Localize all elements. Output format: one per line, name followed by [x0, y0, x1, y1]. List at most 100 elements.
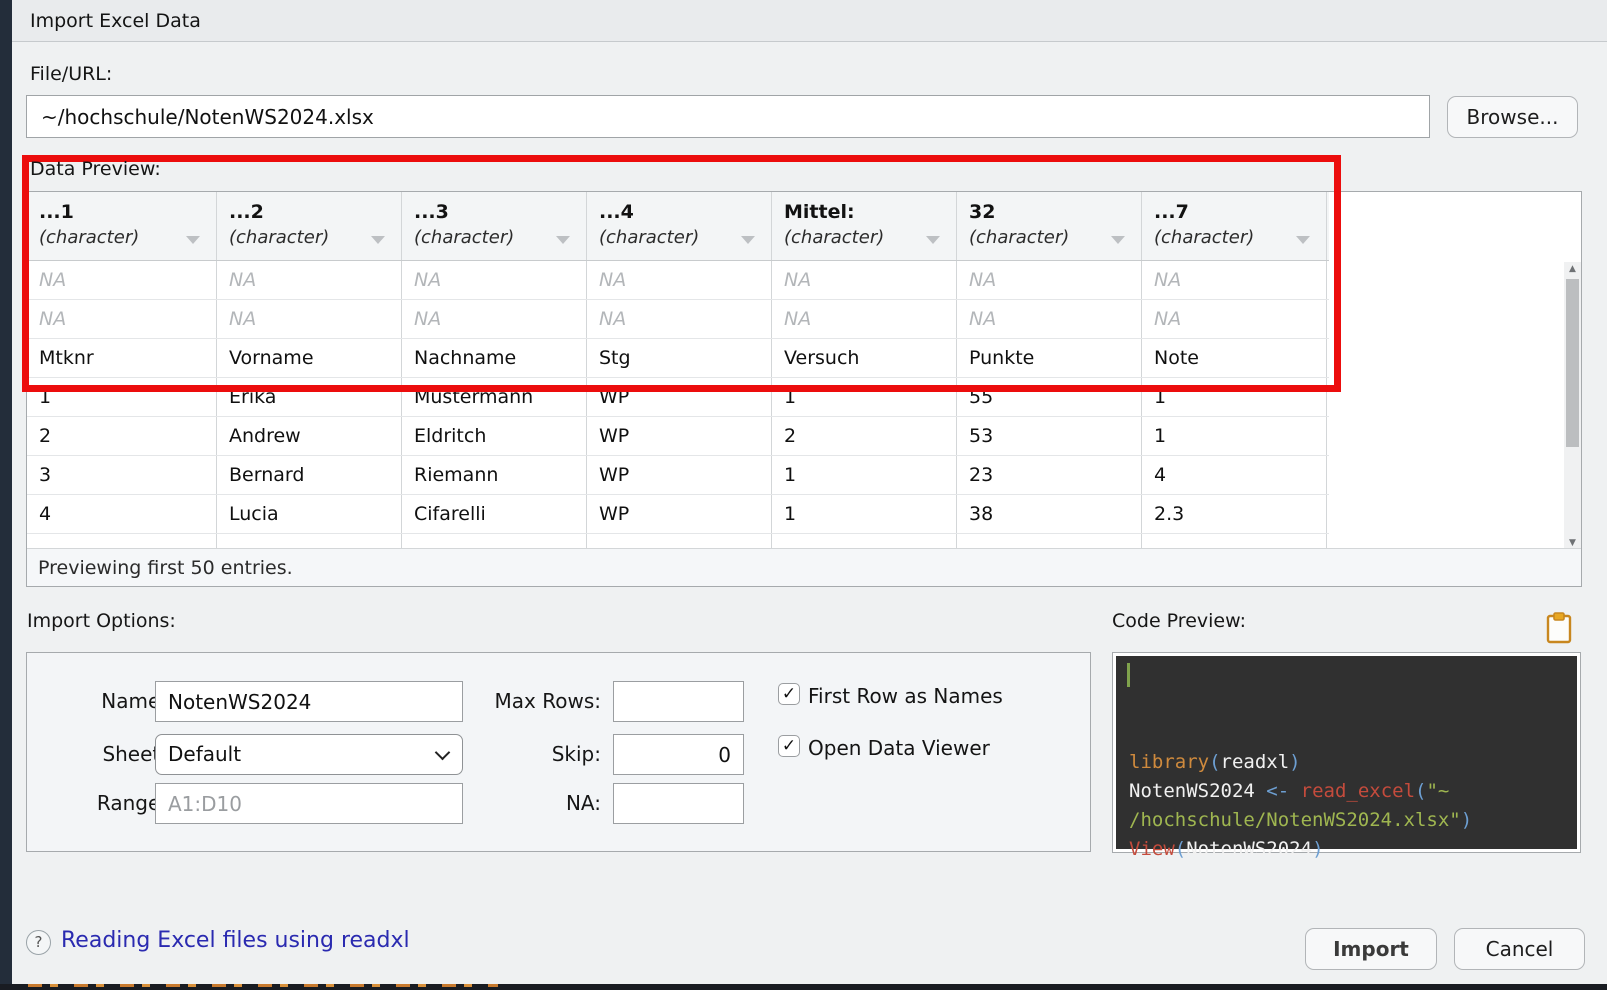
- copy-to-clipboard-icon[interactable]: [1546, 612, 1572, 648]
- background-code-sliver: [28, 984, 498, 987]
- table-cell: Stg: [587, 339, 772, 377]
- table-cell: [772, 534, 957, 549]
- open-data-viewer-label[interactable]: Open Data Viewer: [808, 736, 990, 760]
- column-type-dropdown-icon[interactable]: [1296, 236, 1310, 244]
- table-cell: WP: [587, 417, 772, 455]
- column-name: Mittel:: [784, 201, 944, 223]
- max-rows-input[interactable]: [613, 681, 744, 722]
- table-cell: [957, 534, 1142, 549]
- name-label: Name:: [67, 689, 167, 713]
- dialog-titlebar[interactable]: Import Excel Data: [12, 0, 1607, 42]
- na-input[interactable]: [613, 783, 744, 824]
- range-input[interactable]: [155, 783, 463, 824]
- preview-vertical-scrollbar[interactable]: ▲ ▼: [1564, 262, 1581, 550]
- table-cell: Nachname: [402, 339, 587, 377]
- first-row-as-names-label[interactable]: First Row as Names: [808, 684, 1003, 708]
- code-preview-label: Code Preview:: [1112, 610, 1246, 632]
- table-cell: Punkte: [957, 339, 1142, 377]
- table-cell: 4: [1142, 456, 1327, 494]
- code-line: NotenWS2024 <- read_excel("~: [1129, 777, 1577, 806]
- readxl-help-link[interactable]: Reading Excel files using readxl: [61, 928, 410, 953]
- column-header[interactable]: ...1(character): [27, 192, 217, 260]
- file-url-label: File/URL:: [30, 63, 112, 85]
- table-cell: NA: [772, 261, 957, 299]
- background-window-edge-bottom: [0, 984, 1607, 990]
- cancel-button[interactable]: Cancel: [1454, 928, 1585, 970]
- column-header[interactable]: Mittel:(character): [772, 192, 957, 260]
- column-name: 32: [969, 201, 1129, 223]
- code-preview-text: library(readxl)NotenWS2024 <- read_excel…: [1116, 656, 1577, 849]
- table-cell: NA: [402, 261, 587, 299]
- column-type: (character): [39, 227, 204, 248]
- table-cell: NA: [587, 300, 772, 338]
- column-header[interactable]: ...3(character): [402, 192, 587, 260]
- column-type-dropdown-icon[interactable]: [1111, 236, 1125, 244]
- table-cell: Eldritch: [402, 417, 587, 455]
- column-name: ...4: [599, 201, 759, 223]
- table-cell: NA: [587, 261, 772, 299]
- column-type: (character): [229, 227, 389, 248]
- table-cell: Bernard: [217, 456, 402, 494]
- table-cell: [1142, 534, 1327, 549]
- chevron-down-icon: [435, 745, 451, 761]
- background-window-edge-left: [0, 0, 12, 990]
- table-cell: [587, 534, 772, 549]
- column-type-dropdown-icon[interactable]: [741, 236, 755, 244]
- code-line: View(NotenWS2024): [1129, 835, 1577, 864]
- open-data-viewer-checkbox[interactable]: ✓: [778, 735, 800, 757]
- scroll-up-icon[interactable]: ▲: [1564, 262, 1581, 276]
- column-name: ...7: [1154, 201, 1314, 223]
- column-header[interactable]: 32 (character): [957, 192, 1142, 260]
- table-cell: 1: [772, 378, 957, 416]
- column-type: (character): [1154, 227, 1314, 248]
- import-button[interactable]: Import: [1305, 928, 1437, 970]
- column-type: (character): [969, 227, 1129, 248]
- table-cell: [217, 534, 402, 549]
- browse-button[interactable]: Browse...: [1447, 96, 1578, 138]
- import-options-panel: Name: Sheet: Default Range: Max Rows: Sk…: [26, 652, 1091, 852]
- table-cell: NA: [957, 261, 1142, 299]
- help-icon[interactable]: ?: [26, 930, 51, 955]
- table-cell: 53: [957, 417, 1142, 455]
- table-row: 1ErikaMustermannWP1551: [27, 378, 1329, 417]
- preview-status-text: Previewing first 50 entries.: [38, 557, 293, 579]
- table-row: MtknrVornameNachnameStgVersuchPunkteNote: [27, 339, 1329, 378]
- table-row: 3BernardRiemannWP1234: [27, 456, 1329, 495]
- name-input[interactable]: [155, 681, 463, 722]
- code-line: library(readxl): [1129, 748, 1577, 777]
- table-cell: NA: [1142, 261, 1327, 299]
- table-row: 4LuciaCifarelliWP1382.3: [27, 495, 1329, 534]
- table-cell: Riemann: [402, 456, 587, 494]
- sheet-label: Sheet:: [67, 742, 167, 766]
- table-cell: 1: [27, 378, 217, 416]
- table-cell: Vorname: [217, 339, 402, 377]
- column-header[interactable]: ...2(character): [217, 192, 402, 260]
- column-header[interactable]: ...7 (character): [1142, 192, 1327, 260]
- table-cell: 38: [957, 495, 1142, 533]
- table-cell: WP: [587, 456, 772, 494]
- table-cell: Note: [1142, 339, 1327, 377]
- table-cell: 2.3: [1142, 495, 1327, 533]
- text-cursor: [1127, 663, 1130, 687]
- column-type-dropdown-icon[interactable]: [186, 236, 200, 244]
- column-type-dropdown-icon[interactable]: [926, 236, 940, 244]
- column-type-dropdown-icon[interactable]: [371, 236, 385, 244]
- column-header[interactable]: ...4(character): [587, 192, 772, 260]
- table-cell: Lucia: [217, 495, 402, 533]
- first-row-as-names-checkbox[interactable]: ✓: [778, 683, 800, 705]
- data-preview-table: ...1(character)...2(character)...3(chara…: [27, 192, 1329, 549]
- table-cell: Mtknr: [27, 339, 217, 377]
- scrollbar-thumb[interactable]: [1566, 279, 1579, 447]
- table-cell: 1: [1142, 378, 1327, 416]
- column-type-dropdown-icon[interactable]: [556, 236, 570, 244]
- range-label: Range:: [67, 791, 167, 815]
- sheet-select[interactable]: Default: [155, 734, 463, 775]
- table-cell: 3: [27, 456, 217, 494]
- file-url-input[interactable]: [26, 95, 1430, 138]
- table-cell: 1: [1142, 417, 1327, 455]
- skip-input[interactable]: [613, 734, 744, 775]
- max-rows-label: Max Rows:: [481, 689, 601, 713]
- table-cell: Andrew: [217, 417, 402, 455]
- table-cell: 1: [772, 495, 957, 533]
- table-cell: Mustermann: [402, 378, 587, 416]
